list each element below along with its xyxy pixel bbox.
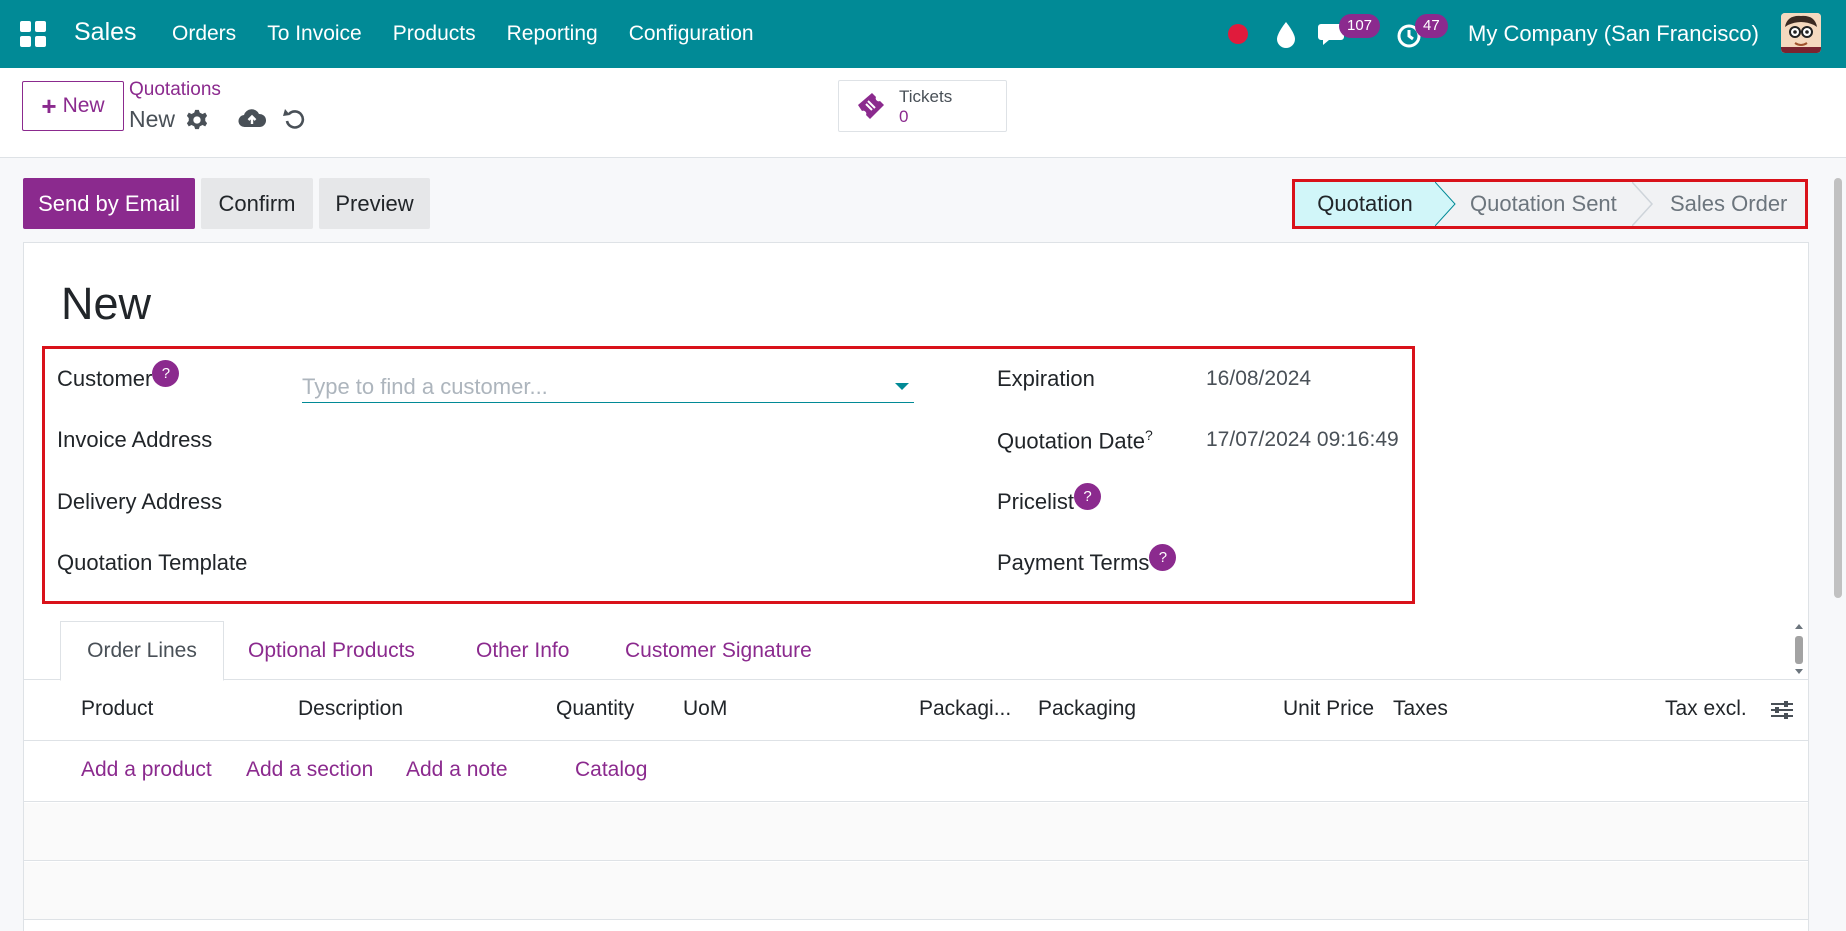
customer-label: Customer? (57, 360, 180, 393)
pricelist-label-text: Pricelist (997, 489, 1075, 514)
main-fields-highlight: Customer? Invoice Address Delivery Addre… (42, 346, 1415, 604)
add-product-link[interactable]: Add a product (81, 758, 212, 782)
main-menu: Orders To Invoice Products Reporting Con… (172, 22, 754, 46)
breadcrumb-quotations[interactable]: Quotations (129, 79, 221, 101)
menu-item-orders[interactable]: Orders (172, 22, 236, 46)
page-scrollbar[interactable] (1832, 170, 1844, 931)
save-cloud-icon[interactable] (238, 106, 266, 132)
record-title: New (61, 278, 152, 329)
apps-grid-icon[interactable] (20, 21, 46, 47)
delivery-address-label: Delivery Address (57, 489, 223, 514)
send-by-email-button[interactable]: Send by Email (23, 178, 195, 229)
col-packaging-qty[interactable]: Packagi... (919, 697, 1011, 721)
record-indicator-icon[interactable] (1228, 24, 1248, 44)
status-separator-icon (1632, 182, 1654, 226)
optional-columns-icon[interactable] (1770, 699, 1794, 721)
add-note-link[interactable]: Add a note (406, 758, 508, 782)
empty-table-row (24, 803, 1808, 861)
menu-item-to-invoice[interactable]: To Invoice (267, 22, 362, 46)
messages-badge: 107 (1339, 14, 1381, 38)
tab-order-lines[interactable]: Order Lines (60, 621, 224, 681)
status-step-sales-order[interactable]: Sales Order (1670, 182, 1787, 226)
new-button-label: New (62, 94, 105, 117)
order-lines-header: Product Description Quantity UoM Packagi… (24, 681, 1808, 741)
form-sheet: New Customer? Invoice Address Delivery A… (23, 242, 1809, 931)
avatar-face-icon (1781, 13, 1821, 53)
preview-button[interactable]: Preview (319, 178, 430, 229)
pricelist-label: Pricelist? (997, 483, 1102, 516)
tab-other-info[interactable]: Other Info (476, 621, 569, 680)
record-name: New (129, 106, 176, 132)
top-navbar: Sales Orders To Invoice Products Reporti… (0, 0, 1846, 68)
expiration-label: Expiration (997, 366, 1095, 391)
quotation-date-value[interactable]: 17/07/2024 09:16:49 (1206, 428, 1399, 452)
app-name[interactable]: Sales (74, 18, 137, 47)
tickets-label: Tickets (899, 87, 953, 106)
activities-badge: 47 (1415, 14, 1448, 38)
col-product[interactable]: Product (81, 697, 153, 721)
ticket-icon (858, 93, 884, 119)
statusbar-highlight: Quotation Quotation Sent Sales Order (1292, 179, 1808, 229)
quotation-date-label-text: Quotation Date (997, 428, 1145, 454)
tab-optional-products[interactable]: Optional Products (248, 621, 415, 680)
menu-item-reporting[interactable]: Reporting (507, 22, 598, 46)
empty-table-row (24, 862, 1808, 920)
col-quantity[interactable]: Quantity (556, 697, 634, 721)
tickets-count: 0 (899, 107, 909, 126)
status-step-quotation[interactable]: Quotation (1295, 182, 1435, 226)
chevron-down-icon[interactable] (895, 383, 909, 390)
discard-undo-icon[interactable] (283, 106, 307, 132)
quotation-date-label: Quotation Date? (997, 427, 1153, 454)
menu-item-configuration[interactable]: Configuration (629, 22, 754, 46)
col-tax-excl[interactable]: Tax excl. (1665, 697, 1747, 721)
tabs-scrollbar[interactable] (1792, 623, 1806, 675)
tickets-smart-button[interactable]: Tickets 0 (838, 80, 1007, 132)
status-step-quotation-sent[interactable]: Quotation Sent (1470, 182, 1617, 226)
confirm-button[interactable]: Confirm (201, 178, 313, 229)
catalog-link[interactable]: Catalog (575, 758, 647, 782)
col-unit-price[interactable]: Unit Price (1283, 697, 1374, 721)
plus-icon: + (41, 90, 57, 121)
statusbar: Quotation Quotation Sent Sales Order (1295, 182, 1805, 226)
status-arrow-icon (1435, 182, 1456, 226)
col-description[interactable]: Description (298, 697, 403, 721)
quotation-template-label: Quotation Template (57, 550, 248, 575)
customer-input[interactable] (302, 371, 914, 403)
quotation-date-help-icon[interactable]: ? (1145, 427, 1153, 443)
menu-item-products[interactable]: Products (393, 22, 476, 46)
new-button[interactable]: + New (22, 81, 124, 131)
payment-terms-label-text: Payment Terms (997, 550, 1150, 575)
col-packaging[interactable]: Packaging (1038, 697, 1136, 721)
notebook-tabs: Order Lines Optional Products Other Info… (24, 621, 1808, 681)
company-switcher[interactable]: My Company (San Francisco) (1468, 21, 1759, 47)
drop-icon[interactable] (1273, 20, 1299, 48)
expiration-value[interactable]: 16/08/2024 (1206, 367, 1311, 391)
add-section-link[interactable]: Add a section (246, 758, 373, 782)
gear-icon[interactable] (186, 109, 208, 131)
payment-terms-label: Payment Terms? (997, 544, 1177, 577)
payment-terms-help-icon[interactable]: ? (1149, 544, 1177, 571)
tab-customer-signature[interactable]: Customer Signature (625, 621, 812, 680)
col-uom[interactable]: UoM (683, 697, 727, 721)
page-scrollbar-thumb[interactable] (1834, 178, 1842, 598)
order-lines-add-row: Add a product Add a section Add a note C… (24, 742, 1808, 802)
col-taxes[interactable]: Taxes (1393, 697, 1448, 721)
control-panel: + New Quotations New Tickets 0 (0, 68, 1846, 158)
customer-label-text: Customer (57, 366, 153, 391)
user-avatar[interactable] (1781, 13, 1821, 53)
invoice-address-label: Invoice Address (57, 427, 213, 452)
pricelist-help-icon[interactable]: ? (1074, 483, 1102, 510)
customer-help-icon[interactable]: ? (152, 360, 180, 387)
